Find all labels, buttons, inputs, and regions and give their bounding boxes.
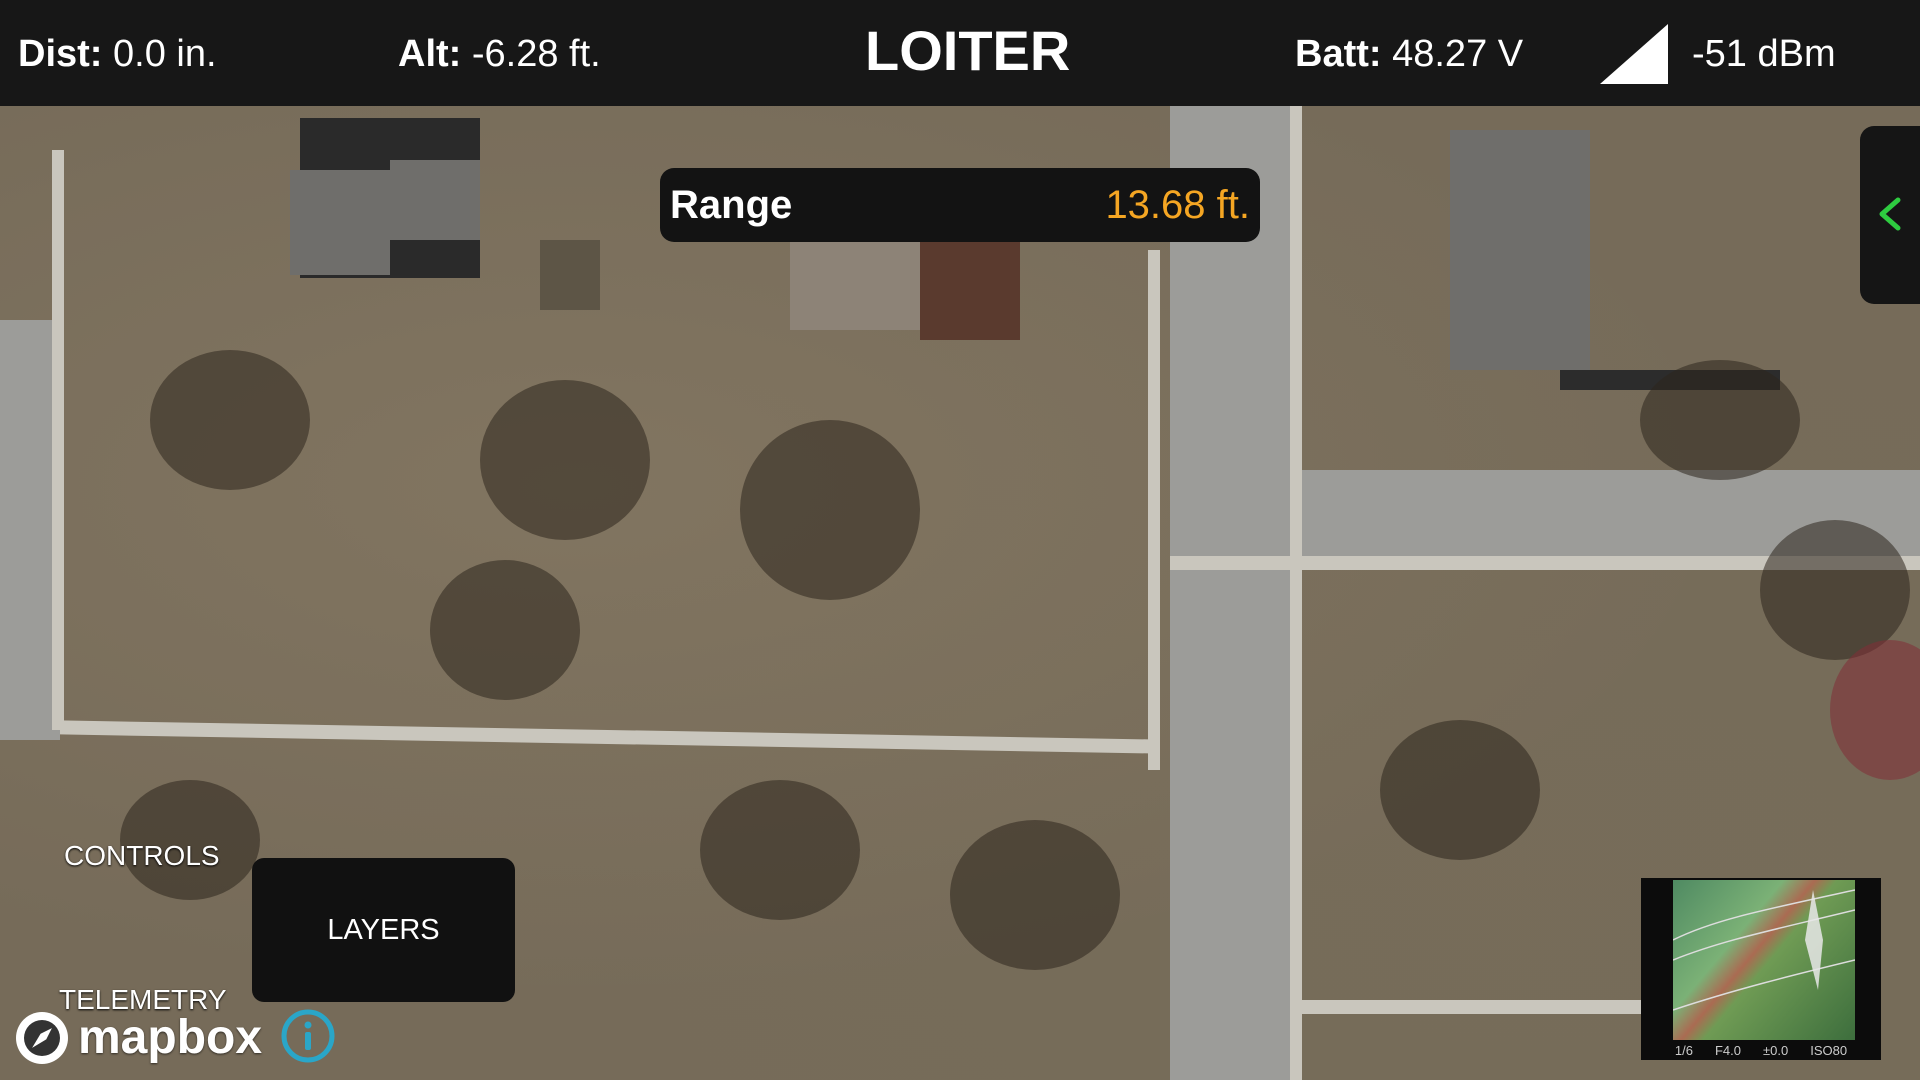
map-house xyxy=(790,240,920,330)
mapbox-wordmark: mapbox xyxy=(78,1011,263,1064)
signal-value: -51 dBm xyxy=(1692,33,1836,75)
info-icon[interactable] xyxy=(280,1008,336,1064)
exposure-compensation: ±0.0 xyxy=(1763,1043,1789,1058)
iso: ISO80 xyxy=(1810,1043,1848,1058)
map-house xyxy=(290,170,390,275)
map-tree xyxy=(1760,520,1910,660)
range-label: Range xyxy=(670,183,793,227)
flight-mode[interactable]: LOITER xyxy=(865,18,1070,84)
battery-value: 48.27 V xyxy=(1392,33,1524,75)
altitude-label: Alt: xyxy=(398,33,462,75)
map-tree xyxy=(740,420,920,600)
map-house xyxy=(390,160,480,240)
range-indicator: Range 13.68 ft. xyxy=(660,168,1260,242)
altitude-value: -6.28 ft. xyxy=(471,33,601,75)
map-house xyxy=(1450,130,1590,370)
map-tree xyxy=(1830,640,1920,780)
drawer-toggle-button[interactable] xyxy=(1860,126,1920,304)
altitude-readout: Alt: -6.28 ft. xyxy=(398,28,601,80)
map-tree xyxy=(1640,360,1800,480)
camera-feed-image xyxy=(1672,889,1856,1011)
map-sidewalk xyxy=(1290,1000,1670,1014)
map-tree xyxy=(1380,720,1540,860)
map-tree xyxy=(700,780,860,920)
status-bar: Dist: 0.0 in. Alt: -6.28 ft. LOITER Batt… xyxy=(0,0,1920,106)
distance-label: Dist: xyxy=(18,33,103,75)
chevron-left-icon xyxy=(1879,197,1901,231)
map-road xyxy=(1170,106,1290,1080)
map-sidewalk xyxy=(52,150,64,730)
map-sidewalk xyxy=(1148,250,1160,770)
camera-settings: 1/6 F4.0 ±0.0 ISO80 xyxy=(1641,1042,1881,1060)
camera-preview[interactable]: 1/6 F4.0 ±0.0 ISO80 xyxy=(1641,878,1881,1060)
map-sidewalk xyxy=(1290,106,1302,1080)
battery-readout: Batt: 48.27 V xyxy=(1295,28,1523,80)
mapbox-mark-icon xyxy=(16,1012,68,1064)
map-house xyxy=(540,240,600,310)
map-house xyxy=(920,240,1020,340)
controls-tab[interactable]: CONTROLS xyxy=(64,838,220,874)
map-tree xyxy=(430,560,580,700)
mapbox-logo: mapbox xyxy=(14,1008,262,1068)
map-sidewalk xyxy=(60,720,1160,754)
battery-label: Batt: xyxy=(1295,33,1382,75)
map-road xyxy=(0,320,60,740)
map-tree xyxy=(150,350,310,490)
map-tree xyxy=(480,380,650,540)
distance-readout: Dist: 0.0 in. xyxy=(18,28,217,80)
range-value: 13.68 ft. xyxy=(1105,183,1250,227)
shutter-speed: 1/6 xyxy=(1674,1043,1693,1058)
map-tree xyxy=(950,820,1120,970)
signal-strength-icon xyxy=(1600,24,1668,84)
camera-feed xyxy=(1672,880,1856,1040)
distance-value: 0.0 in. xyxy=(113,33,217,75)
layers-button[interactable]: LAYERS xyxy=(252,858,515,1002)
aperture: F4.0 xyxy=(1714,1043,1741,1058)
